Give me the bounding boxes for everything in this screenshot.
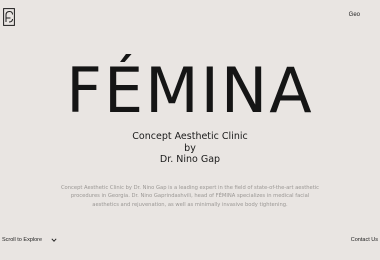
scroll-label: Scroll to Explore xyxy=(2,237,43,243)
language-switch[interactable]: Geo xyxy=(349,12,360,18)
tagline-line: Concept Aesthetic Clinic xyxy=(132,131,248,142)
tagline-line: by xyxy=(184,142,196,154)
chevron-down-icon xyxy=(51,238,57,242)
tagline-line: Dr. Nino Gap xyxy=(159,154,221,165)
logo-link[interactable] xyxy=(3,8,15,26)
description-line: procedures in Georgia. Dr. Nino Gaprinda… xyxy=(70,193,310,200)
description-line: aesthetics and rejuvenation, as well as … xyxy=(92,201,288,208)
contact-us-link[interactable]: Contact Us xyxy=(351,237,378,243)
brand-title: FÉMINA xyxy=(66,54,314,127)
femina-monogram-icon xyxy=(3,8,15,26)
tagline: Concept Aesthetic Clinic by Dr. Nino Gap xyxy=(0,131,380,166)
description-line: Concept Aesthetic Clinic by Dr. Nino Gap… xyxy=(60,185,320,191)
clinic-description: Concept Aesthetic Clinic by Dr. Nino Gap… xyxy=(55,184,325,209)
scroll-to-explore[interactable]: Scroll to Explore xyxy=(2,237,57,243)
